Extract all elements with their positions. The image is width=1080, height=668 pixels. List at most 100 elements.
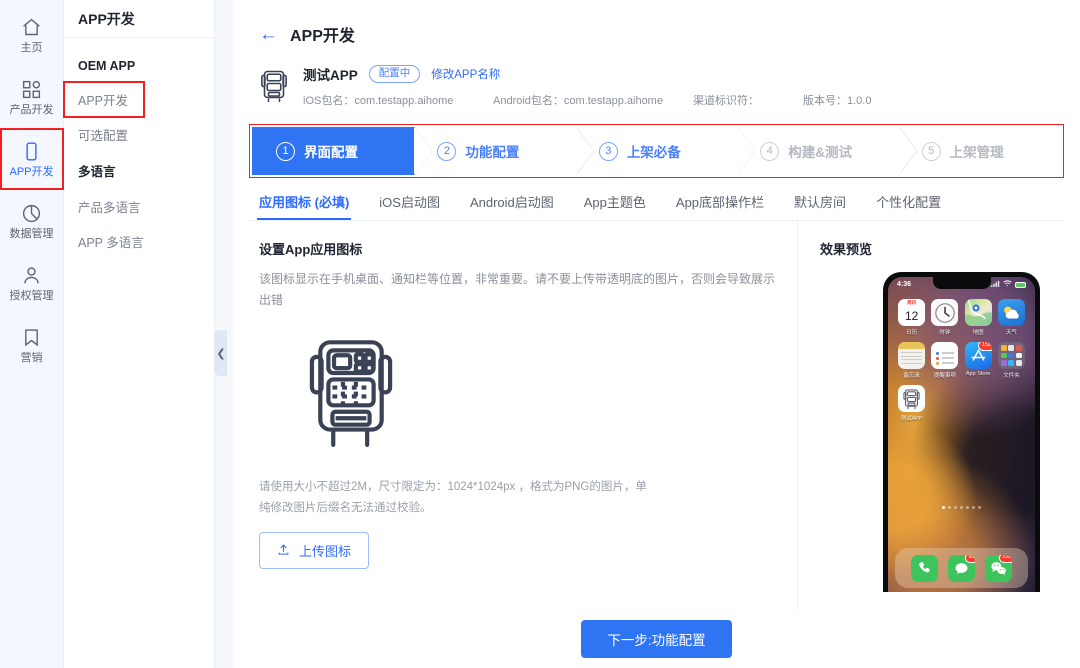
sidebar-collapse-handle[interactable]: ❮ [215, 330, 227, 376]
secondary-nav: APP开发 OEM APP APP开发 可选配置 多语言 产品多语言 APP 多… [63, 0, 215, 668]
steps-bar: 1 界面配置 2 功能配置 3 上架必备 4 构建&测试 5 上架管理 [252, 127, 1061, 175]
home-app-reminders[interactable]: 提醒事项 [929, 342, 960, 379]
home-app-appstore[interactable]: 158 App Store [963, 342, 994, 379]
channel-identifier: 渠道标识符： [693, 95, 759, 107]
rail-item-label: 产品开发 [9, 104, 54, 116]
tab-ios-splash[interactable]: iOS启动图 [379, 192, 440, 220]
rail-item-marketing[interactable]: 营销 [0, 314, 64, 376]
content-panels: 设置App应用图标 该图标显示在手机桌面、通知栏等位置，非常重要。请不要上传带透… [249, 220, 1064, 631]
page-dot [948, 506, 951, 509]
preview-title: 效果预览 [820, 242, 873, 257]
page-dot [966, 506, 969, 509]
arrow-left-icon[interactable]: ← [259, 25, 278, 44]
home-app-calendar[interactable]: 周四 12 日历 [896, 299, 927, 336]
rail-item-home[interactable]: 主页 [0, 4, 64, 66]
folder-icon [997, 342, 1025, 369]
home-app-testapp[interactable]: 测试APP [896, 385, 927, 422]
rail-item-product-dev[interactable]: 产品开发 [0, 66, 64, 128]
grid-icon [21, 78, 43, 100]
pie-chart-icon [21, 202, 43, 224]
home-app-label: 文件夹 [1003, 373, 1020, 379]
home-app-label: 备忘录 [903, 373, 920, 379]
page-dot [954, 506, 957, 509]
page-dot [972, 506, 975, 509]
page-title: APP开发 [290, 28, 355, 45]
tab-app-icon[interactable]: 应用图标 (必填) [256, 192, 352, 220]
rename-app-link[interactable]: 修改APP名称 [431, 66, 500, 82]
messages-app-icon[interactable]: 93 [948, 554, 975, 582]
home-app-label: 时钟 [939, 330, 951, 336]
primary-nav-rail: 主页 产品开发 APP开发 数据管理 授权管理 营销 [0, 0, 64, 668]
submenu-item-optional-config[interactable]: 可选配置 [64, 117, 214, 152]
next-step-button[interactable]: 下一步:功能配置 [581, 620, 732, 658]
status-badge: 配置中 [368, 64, 421, 84]
phone-app-icon[interactable] [911, 554, 938, 582]
signal-icon [991, 280, 1000, 289]
step-2-feature-config[interactable]: 2 功能配置 [413, 127, 577, 175]
upload-hint: 请使用大小不超过2M，尺寸限定为：1024*1024px ，格式为PNG的图片，… [259, 481, 647, 514]
page-dot [978, 506, 981, 509]
user-icon [21, 264, 43, 286]
main-area: ← APP开发 测试APP 配置中 修改APP名称 iOS包名：com.test… [215, 0, 1080, 668]
submenu-item-product-multilang[interactable]: 产品多语言 [64, 189, 214, 224]
upload-icon [277, 543, 290, 559]
step-label: 界面配置 [304, 145, 358, 160]
home-icon [21, 16, 43, 38]
chevron-left-icon: ❮ [216, 347, 226, 360]
rail-item-auth-mgmt[interactable]: 授权管理 [0, 252, 64, 314]
home-app-label: App Store [965, 371, 991, 377]
step-3-publish-requirements[interactable]: 3 上架必备 [575, 127, 739, 175]
page-dots [888, 506, 1035, 509]
phone-notch [932, 277, 991, 289]
phone-preview: 4:36 周四 12 日历 时钟 地图 天气 备忘录 提醒事项 158 App … [883, 272, 1040, 592]
submenu-group-multilang: 多语言 [78, 165, 116, 179]
status-time: 4:36 [897, 281, 912, 288]
bookmark-icon [21, 326, 43, 348]
step-number: 5 [921, 141, 941, 161]
submenu-item-app-multilang[interactable]: APP 多语言 [64, 224, 214, 259]
page-header: ← APP开发 [249, 0, 1064, 46]
tab-android-splash[interactable]: Android启动图 [470, 192, 554, 220]
tab-app-bottom-bar[interactable]: App底部操作栏 [676, 192, 764, 220]
rail-item-label: 营销 [20, 352, 43, 364]
notes-icon [898, 342, 926, 369]
step-5-publish-mgmt[interactable]: 5 上架管理 [898, 127, 1061, 175]
phone-dock: 93 228 [895, 548, 1028, 588]
home-app-notes[interactable]: 备忘录 [896, 342, 927, 379]
tab-default-room[interactable]: 默认房间 [794, 192, 846, 220]
home-app-clock[interactable]: 时钟 [929, 299, 960, 336]
submenu-title: APP开发 [64, 0, 214, 38]
machine-icon [259, 69, 289, 103]
step-label: 上架管理 [949, 145, 1004, 160]
ios-package-name: iOS包名：com.testapp.aihome [303, 95, 454, 107]
rail-item-label: 数据管理 [9, 228, 54, 240]
home-app-maps[interactable]: 地图 [963, 299, 994, 336]
app-root: 主页 产品开发 APP开发 数据管理 授权管理 营销 APP开发 OEM APP… [0, 0, 1080, 668]
home-app-weather[interactable]: 天气 [996, 299, 1027, 336]
home-app-folder[interactable]: 文件夹 [996, 342, 1027, 379]
rail-item-data-mgmt[interactable]: 数据管理 [0, 190, 64, 252]
page-dot [942, 506, 945, 509]
battery-icon [1015, 281, 1026, 288]
rail-item-app-dev[interactable]: APP开发 [0, 128, 64, 190]
home-app-label: 地图 [972, 330, 984, 336]
submenu-item-app-dev[interactable]: APP开发 [63, 81, 145, 118]
wechat-app-icon[interactable]: 228 [985, 554, 1012, 582]
tab-app-theme-color[interactable]: App主题色 [584, 192, 646, 220]
preview-panel: 效果预览 4:36 周四 12 日历 时钟 地图 天气 备忘录 提醒事项 158… [798, 221, 1064, 631]
weather-icon [997, 299, 1025, 326]
tab-personalization[interactable]: 个性化配置 [876, 192, 941, 220]
step-1-ui-config[interactable]: 1 界面配置 [252, 127, 416, 175]
page-dot [960, 506, 963, 509]
main-content-card: ← APP开发 测试APP 配置中 修改APP名称 iOS包名：com.test… [233, 0, 1080, 668]
step-number: 3 [598, 141, 618, 161]
app-info-row: 测试APP 配置中 修改APP名称 iOS包名：com.testapp.aiho… [249, 46, 1064, 108]
rail-item-label: 主页 [20, 42, 43, 54]
step-4-build-test[interactable]: 4 构建&测试 [736, 127, 900, 175]
home-app-label: 提醒事项 [933, 373, 956, 379]
submenu-list: OEM APP APP开发 可选配置 多语言 产品多语言 APP 多语言 [63, 38, 214, 259]
rail-item-label: APP开发 [9, 166, 54, 178]
upload-icon-button[interactable]: 上传图标 [259, 532, 370, 570]
home-app-label: 测试APP [900, 416, 923, 422]
steps-highlight-box: 1 界面配置 2 功能配置 3 上架必备 4 构建&测试 5 上架管理 [249, 124, 1064, 178]
